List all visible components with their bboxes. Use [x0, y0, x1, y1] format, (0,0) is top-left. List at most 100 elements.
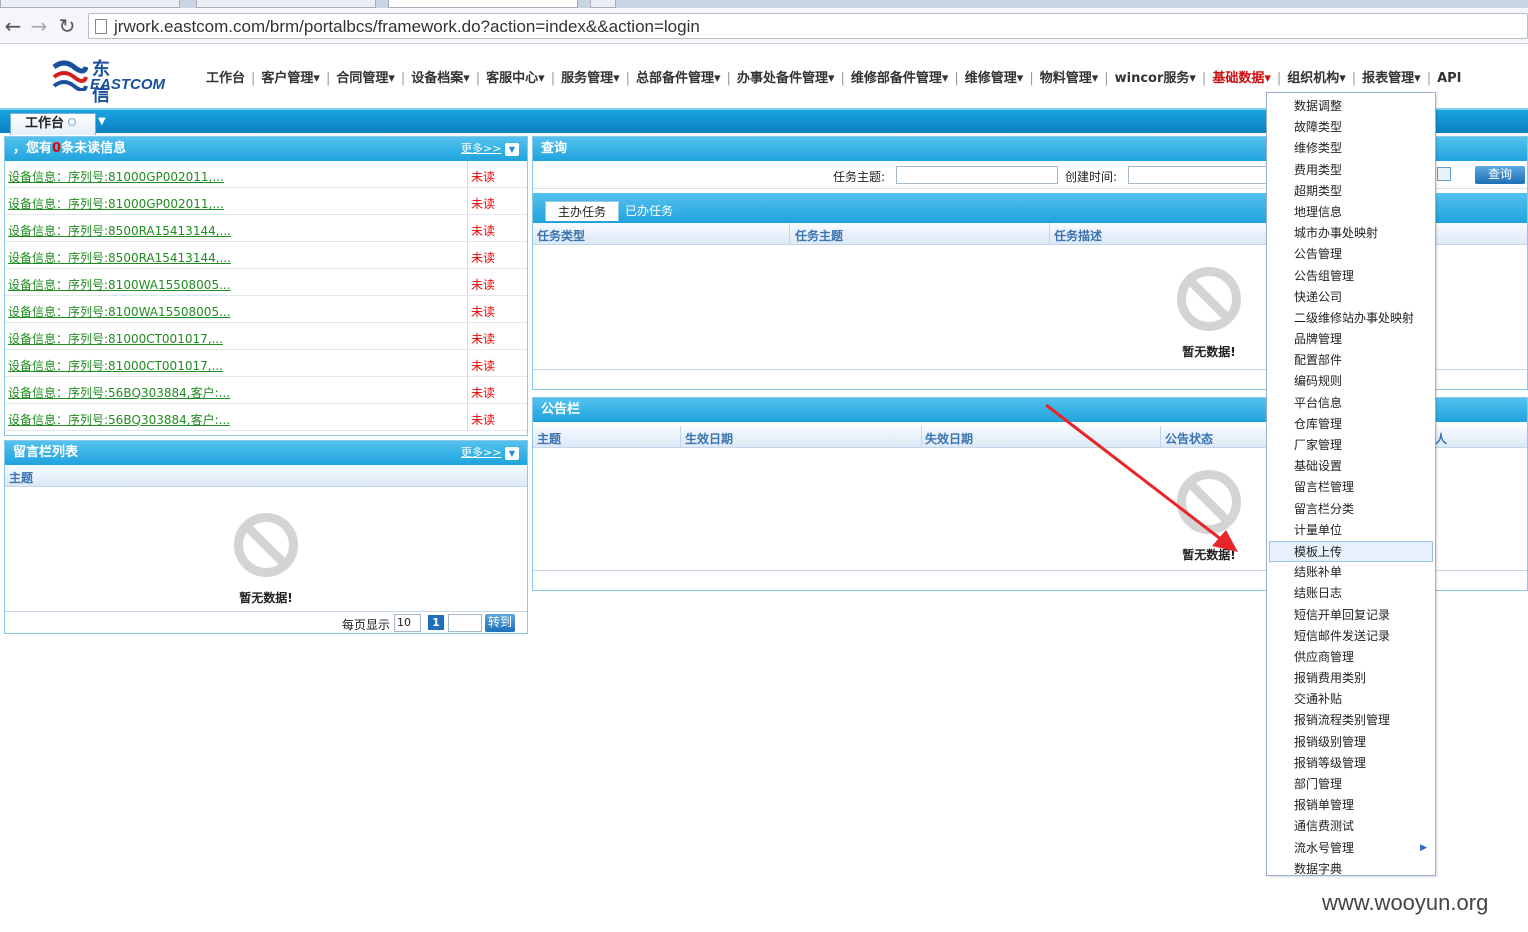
col-effective-date[interactable]: 生效日期 [685, 430, 733, 447]
new-tab-button[interactable] [590, 0, 616, 8]
menu-item[interactable]: 快递公司 [1267, 287, 1435, 308]
menu-item[interactable]: 报销单管理 [1267, 795, 1435, 816]
menu-item[interactable]: 数据调整 [1267, 96, 1435, 117]
menu-item[interactable]: 地理信息 [1267, 202, 1435, 223]
menu-item[interactable]: 城市办事处映射 [1267, 223, 1435, 244]
eastcom-logo[interactable]: 东信 EASTCOM [52, 55, 172, 106]
menu-item[interactable]: 公告组管理 [1267, 266, 1435, 287]
menu-item[interactable]: 超期类型 [1267, 181, 1435, 202]
nav-contract[interactable]: 合同管理▾ [330, 67, 401, 86]
col-task-type[interactable]: 任务类型 [537, 227, 585, 244]
task-subject-input[interactable] [896, 166, 1058, 184]
col-notice-subject[interactable]: 主题 [537, 430, 561, 447]
nav-repair-parts[interactable]: 维修部备件管理▾ [845, 67, 955, 86]
menu-item[interactable]: 短信邮件发送记录 [1267, 626, 1435, 647]
nav-report[interactable]: 报表管理▾ [1356, 67, 1427, 86]
messages-more-link[interactable]: 更多>> [461, 137, 501, 161]
tab-workbench[interactable]: 工作台 [10, 113, 96, 135]
tab-main-tasks[interactable]: 主办任务 [545, 201, 620, 221]
message-link[interactable]: 设备信息：序列号:8500RA15413144,... [8, 249, 231, 266]
chevron-down-icon[interactable]: ▼ [505, 143, 519, 156]
menu-item[interactable]: 结账补单 [1267, 562, 1435, 583]
message-link[interactable]: 设备信息：序列号:81000CT001017,... [8, 357, 223, 374]
message-link[interactable]: 设备信息：序列号:8100WA15508005... [8, 303, 231, 320]
list-item: 设备信息：序列号:56BQ303884,客户:... 未读 [5, 404, 527, 431]
menu-item[interactable]: 报销费用类别 [1267, 668, 1435, 689]
tab-done-tasks[interactable]: 已办任务 [613, 201, 685, 221]
nav-service-center[interactable]: 客服中心▾ [480, 67, 551, 86]
menu-item[interactable]: 编码规则 [1267, 371, 1435, 392]
menu-item[interactable]: 短信开单回复记录 [1267, 605, 1435, 626]
created-time-input[interactable] [1128, 166, 1268, 184]
menu-item[interactable]: 公告管理 [1267, 244, 1435, 265]
chevron-down-icon[interactable]: ▼ [98, 116, 112, 132]
calendar-icon[interactable] [1437, 167, 1451, 181]
message-link[interactable]: 设备信息：序列号:81000GP002011,... [8, 168, 224, 185]
message-link[interactable]: 设备信息：序列号:56BQ303884,客户:... [8, 384, 230, 401]
col-notice-person[interactable]: 人 [1435, 430, 1447, 447]
menu-item[interactable]: 故障类型 [1267, 117, 1435, 138]
menu-item[interactable]: 供应商管理 [1267, 647, 1435, 668]
menu-item[interactable]: 报销等级管理 [1267, 753, 1435, 774]
nav-hq-parts[interactable]: 总部备件管理▾ [630, 67, 727, 86]
menu-item[interactable]: 留言栏分类 [1267, 499, 1435, 520]
menu-item[interactable]: 费用类型 [1267, 160, 1435, 181]
menu-item[interactable]: 报销级别管理 [1267, 732, 1435, 753]
menu-item[interactable]: 二级维修站办事处映射 [1267, 308, 1435, 329]
col-notice-status[interactable]: 公告状态 [1165, 430, 1213, 447]
nav-org[interactable]: 组织机构▾ [1281, 67, 1352, 86]
nav-wincor[interactable]: wincor服务▾ [1109, 67, 1202, 86]
browser-tab[interactable] [196, 0, 376, 8]
menu-item[interactable]: 交通补贴 [1267, 689, 1435, 710]
nav-workbench[interactable]: 工作台 [200, 67, 251, 86]
guestbook-more-link[interactable]: 更多>> [461, 441, 501, 465]
menu-item[interactable]: 通信费测试 [1267, 816, 1435, 837]
nav-api[interactable]: API [1431, 71, 1467, 86]
nav-material[interactable]: 物料管理▾ [1034, 67, 1105, 86]
chevron-down-icon[interactable]: ▼ [505, 447, 519, 460]
nav-customer[interactable]: 客户管理▾ [255, 67, 326, 86]
menu-item[interactable]: 厂家管理 [1267, 435, 1435, 456]
col-task-subject[interactable]: 任务主题 [795, 227, 843, 244]
forward-icon[interactable]: → [28, 16, 50, 38]
back-icon[interactable]: ← [2, 16, 24, 38]
goto-page-input[interactable] [448, 614, 482, 632]
message-link[interactable]: 设备信息：序列号:81000GP002011,... [8, 195, 224, 212]
nav-basic-data[interactable]: 基础数据▾ [1206, 67, 1277, 86]
menu-item[interactable]: 部门管理 [1267, 774, 1435, 795]
message-link[interactable]: 设备信息：序列号:8500RA15413144,... [8, 222, 231, 239]
nav-office-parts[interactable]: 办事处备件管理▾ [731, 67, 841, 86]
nav-service[interactable]: 服务管理▾ [555, 67, 626, 86]
menu-item[interactable]: 结账日志 [1267, 583, 1435, 604]
menu-item[interactable]: 平台信息 [1267, 393, 1435, 414]
nav-device[interactable]: 设备档案▾ [405, 67, 476, 86]
menu-item[interactable]: 基础设置 [1267, 456, 1435, 477]
reload-icon[interactable]: ↻ [56, 16, 78, 38]
message-link[interactable]: 设备信息：序列号:56BQ303884,客户:... [8, 411, 230, 428]
menu-item-serial[interactable]: 流水号管理 ▶ [1267, 838, 1435, 859]
message-link[interactable]: 设备信息：序列号:8100WA15508005... [8, 276, 231, 293]
message-link[interactable]: 设备信息：序列号:81000CT001017,... [8, 330, 223, 347]
col-expire-date[interactable]: 失效日期 [925, 430, 973, 447]
tab-close-icon[interactable] [68, 118, 77, 126]
per-page-input[interactable]: 10 [394, 614, 421, 632]
page-number-button[interactable]: 1 [428, 615, 444, 630]
menu-item[interactable]: 维修类型 [1267, 138, 1435, 159]
col-subject[interactable]: 主题 [9, 469, 33, 486]
browser-tab-active[interactable] [388, 0, 578, 8]
menu-item[interactable]: 品牌管理 [1267, 329, 1435, 350]
notice-title: 公告栏 [541, 402, 581, 417]
menu-item[interactable]: 计量单位 [1267, 520, 1435, 541]
nav-repair[interactable]: 维修管理▾ [959, 67, 1030, 86]
menu-item[interactable]: 配置部件 [1267, 350, 1435, 371]
browser-tab[interactable] [0, 0, 180, 8]
url-input[interactable]: jrwork.eastcom.com/brm/portalbcs/framewo… [88, 13, 1528, 39]
col-task-desc[interactable]: 任务描述 [1054, 227, 1102, 244]
goto-button[interactable]: 转到 [485, 614, 515, 632]
menu-item-template-upload[interactable]: 模板上传 [1269, 540, 1433, 563]
menu-item[interactable]: 仓库管理 [1267, 414, 1435, 435]
menu-item[interactable]: 数据字典 [1267, 859, 1435, 880]
menu-item[interactable]: 留言栏管理 [1267, 477, 1435, 498]
search-button[interactable]: 查询 [1475, 166, 1525, 184]
menu-item[interactable]: 报销流程类别管理 [1267, 710, 1435, 731]
